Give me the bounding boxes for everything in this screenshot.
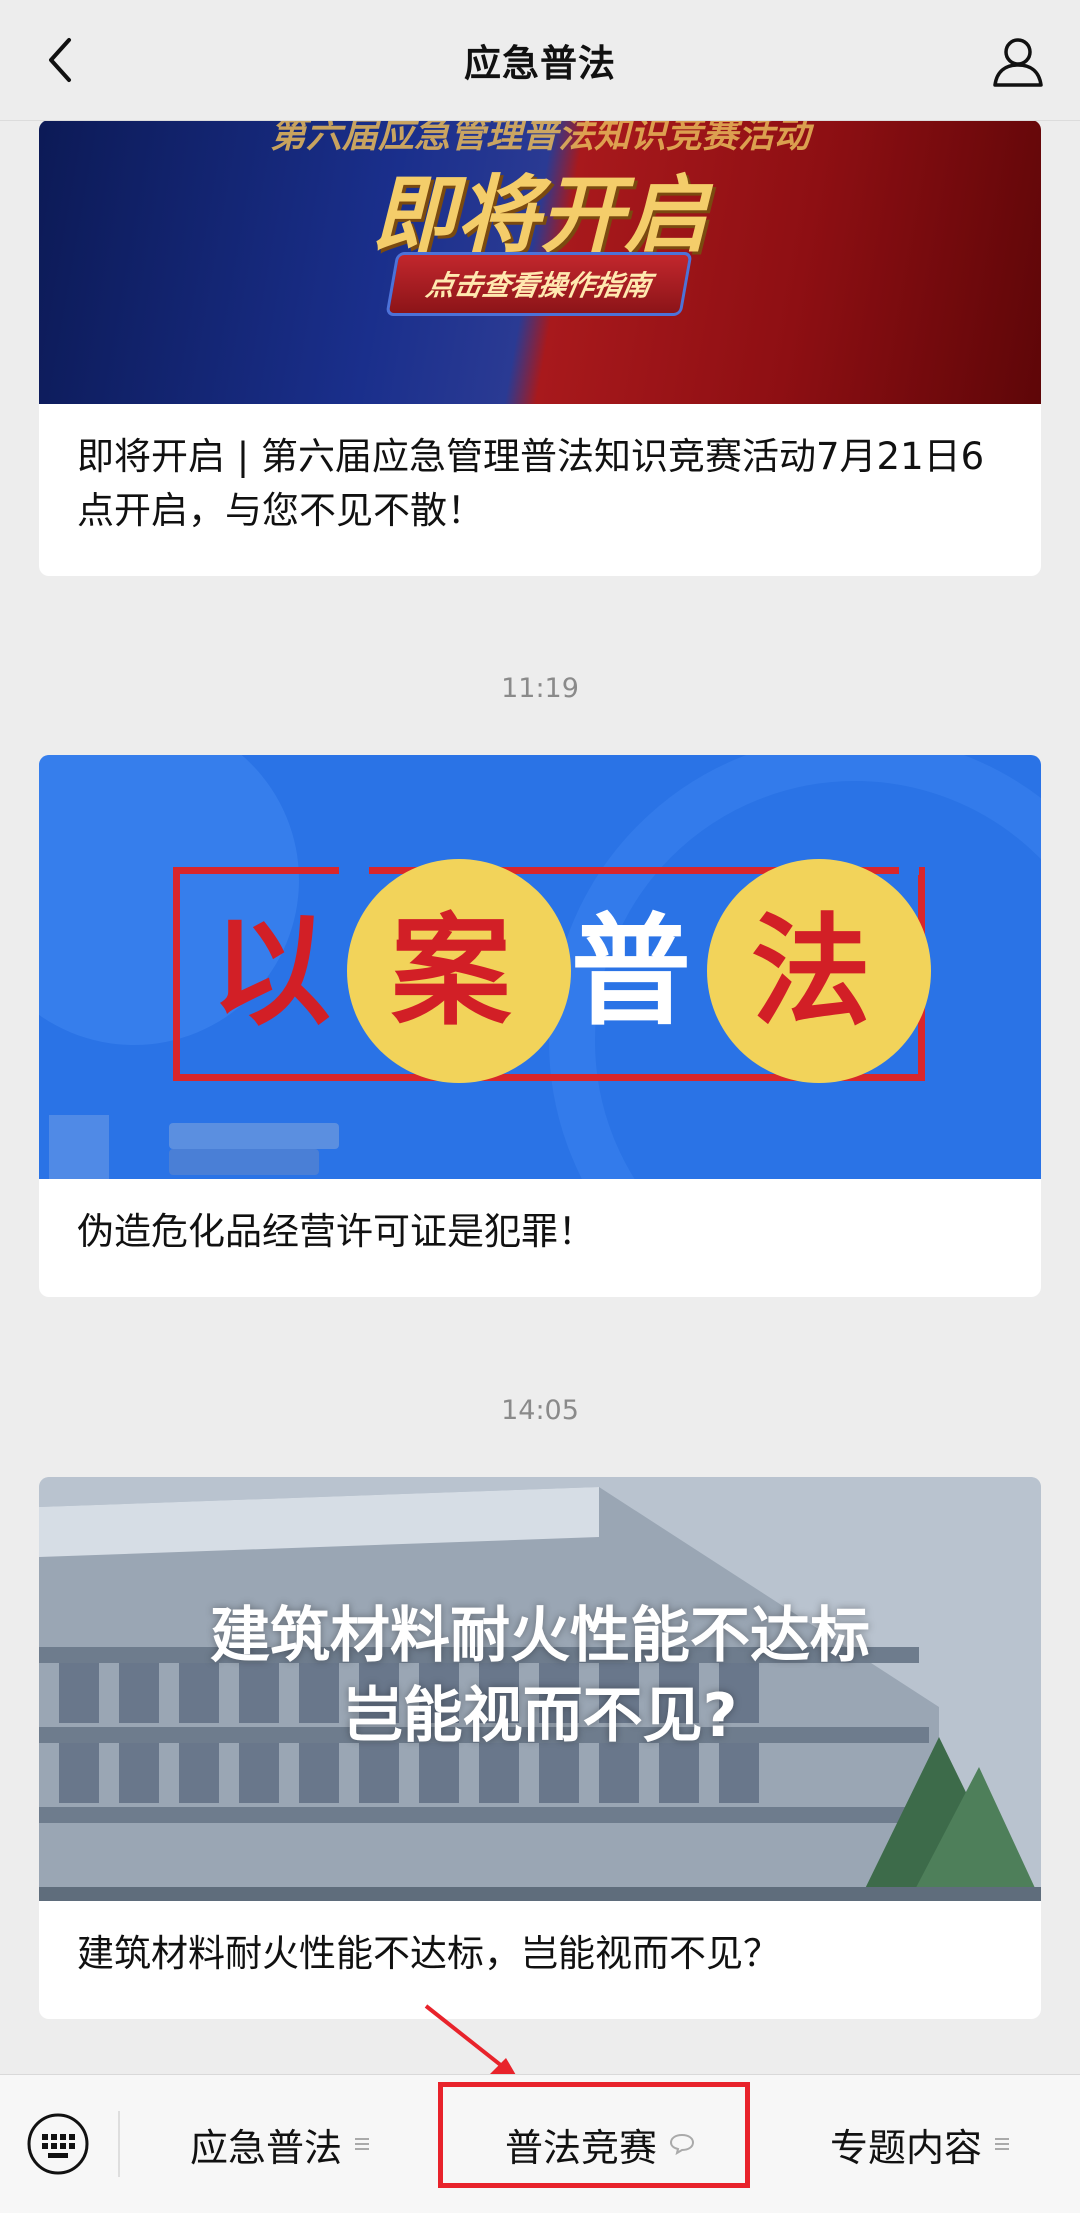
banner-title: 以 案 普 法 xyxy=(189,823,932,1123)
top-bar: 应急普法 xyxy=(0,0,1080,121)
banner-main-text: 即将开启 xyxy=(371,166,708,264)
menu-yingji-pufa[interactable]: 应急普法 xyxy=(120,2075,440,2213)
menu-lines-icon xyxy=(354,2136,370,2152)
menu-label: 普法竞赛 xyxy=(504,2125,657,2170)
banner-char: 以 xyxy=(210,903,331,1042)
article-card[interactable]: 以 案 普 法 伪造危化品经营许可证是犯罪！ xyxy=(39,755,1041,1297)
article-title[interactable]: 即将开启 | 第六届应急管理普法知识竞赛活动7月21日6点开启，与您不见不散！ xyxy=(39,404,1041,538)
user-icon xyxy=(993,38,1043,87)
article-banner-image[interactable]: 第六届应急管理普法知识竞赛活动 即将开启 点击查看操作指南 xyxy=(39,120,1041,404)
banner-guide-button[interactable]: 点击查看操作指南 xyxy=(385,252,693,316)
menu-label: 专题内容 xyxy=(829,2125,982,2170)
bottom-menu-bar: 应急普法 普法竞赛 专题内容 xyxy=(0,2074,1080,2213)
message-timestamp: 11:19 xyxy=(501,673,579,704)
article-banner-image[interactable]: 建筑材料耐火性能不达标 岂能视而不见? xyxy=(39,1477,1041,1901)
menu-pufa-jingsai[interactable]: 普法竞赛 xyxy=(440,2075,760,2213)
keyboard-icon xyxy=(27,2113,89,2175)
article-card[interactable]: 建筑材料耐火性能不达标 岂能视而不见? 建筑材料耐火性能不达标，岂能视而不见？ xyxy=(39,1477,1041,2019)
article-card[interactable]: 第六届应急管理普法知识竞赛活动 即将开启 点击查看操作指南 即将开启 | 第六届… xyxy=(39,120,1041,576)
article-feed[interactable]: 第六届应急管理普法知识竞赛活动 即将开启 点击查看操作指南 即将开启 | 第六届… xyxy=(0,120,1080,2074)
banner-char: 案 xyxy=(346,859,572,1083)
message-timestamp: 14:05 xyxy=(501,1395,579,1426)
menu-label: 应急普法 xyxy=(189,2125,342,2170)
books-illustration xyxy=(49,1115,339,1179)
keyboard-toggle-button[interactable] xyxy=(24,2110,92,2178)
profile-button[interactable] xyxy=(986,30,1050,94)
menu-lines-icon xyxy=(994,2136,1010,2152)
article-title[interactable]: 伪造危化品经营许可证是犯罪！ xyxy=(39,1179,1041,1259)
banner-line-2: 岂能视而不见? xyxy=(342,1681,738,1751)
banner-char: 法 xyxy=(706,859,932,1083)
menu-zhuanti-neirong[interactable]: 专题内容 xyxy=(760,2075,1080,2213)
page-title: 应急普法 xyxy=(464,42,616,85)
banner-line-1: 建筑材料耐火性能不达标 xyxy=(210,1601,870,1671)
banner-char: 普 xyxy=(570,903,691,1042)
article-title[interactable]: 建筑材料耐火性能不达标，岂能视而不见？ xyxy=(39,1901,1041,1981)
chevron-left-icon xyxy=(49,38,71,82)
speech-bubble-icon xyxy=(669,2132,695,2156)
article-banner-image[interactable]: 以 案 普 法 xyxy=(39,755,1041,1179)
back-button[interactable] xyxy=(30,30,90,90)
